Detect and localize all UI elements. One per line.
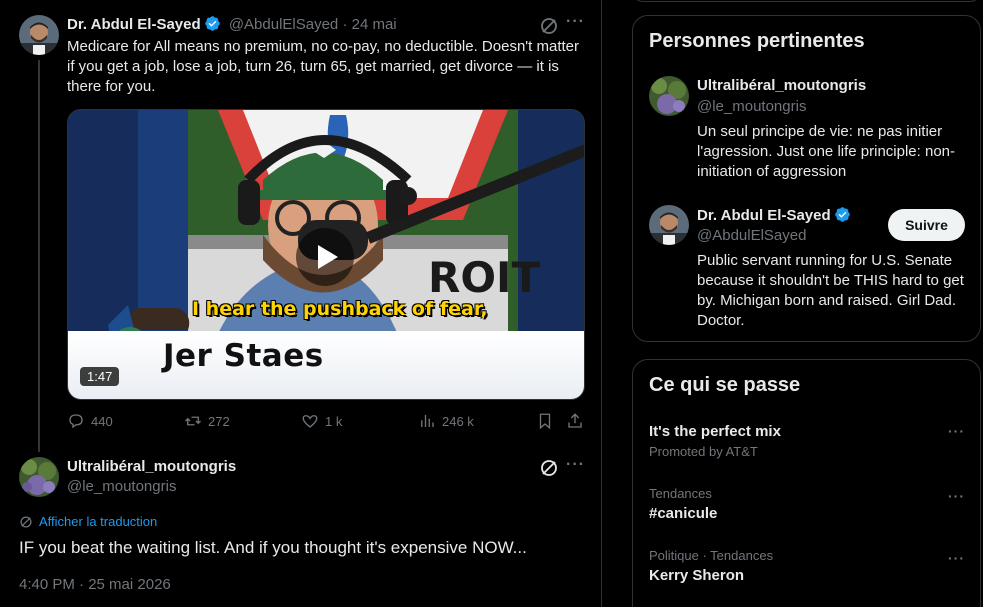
translate-icon — [20, 515, 32, 528]
follow-button[interactable]: Suivre — [888, 209, 965, 241]
reply-author-avatar[interactable] — [19, 457, 59, 497]
trend-title: Kerry Sheron — [649, 567, 745, 584]
repost-button[interactable]: 272 — [184, 412, 230, 430]
post-header: Dr. Abdul El-Sayed @AbdulElSayed · 24 ma… — [67, 15, 397, 33]
lower-third-name: Jer Staes — [163, 338, 324, 374]
verified-badge-icon — [834, 207, 850, 222]
reply-text: IF you beat the waiting list. And if you… — [19, 538, 527, 557]
more-icon[interactable]: ··· — [948, 423, 965, 439]
top-card-edge — [632, 0, 981, 2]
bookmark-button[interactable] — [536, 412, 554, 430]
more-icon[interactable]: ··· — [566, 456, 585, 474]
like-count: 1 k — [325, 413, 343, 429]
more-icon[interactable]: ··· — [566, 13, 585, 31]
person-handle: @AbdulElSayed — [697, 227, 807, 244]
reply-author-handle[interactable]: @le_moutongris — [67, 478, 176, 495]
author-handle[interactable]: @AbdulElSayed — [229, 16, 338, 33]
person-bio: Public servant running for U.S. Senate b… — [697, 252, 964, 329]
more-icon[interactable]: ··· — [948, 550, 965, 566]
trend-item[interactable]: It's the perfect mix Promoted by AT&T ··… — [649, 423, 969, 459]
author-avatar[interactable] — [19, 15, 59, 55]
person-bio: Un seul principe de vie: ne pas initier … — [697, 123, 956, 180]
grok-icon[interactable] — [539, 16, 559, 36]
post-actions: 440 272 1 k 246 k — [67, 412, 587, 434]
trending-title: Ce qui se passe — [649, 374, 801, 396]
backdrop-sign-text: ROIT — [428, 253, 541, 302]
person-name: Dr. Abdul El-Sayed — [697, 206, 851, 224]
trend-item[interactable]: Politique · Tendances Kerry Sheron ··· — [649, 548, 969, 584]
verified-badge-icon — [204, 16, 220, 31]
translate-link[interactable]: Afficher la traduction — [19, 514, 157, 529]
reply-header: Ultralibéral_moutongris — [67, 458, 236, 476]
more-icon[interactable]: ··· — [948, 488, 965, 504]
trend-meta: Promoted by AT&T — [649, 444, 758, 459]
trend-title: #canicule — [649, 505, 718, 522]
views-button[interactable]: 246 k — [418, 412, 474, 430]
thread-line — [38, 60, 40, 452]
post-date[interactable]: · 24 mai — [342, 16, 396, 33]
video-player[interactable]: ROIT I hear the pushback of fear, Jer St… — [67, 109, 585, 400]
video-duration: 1:47 — [80, 367, 120, 386]
repost-icon — [185, 416, 201, 426]
play-icon[interactable] — [296, 228, 354, 286]
video-caption: I hear the pushback of fear, — [192, 298, 488, 320]
bookmark-icon — [539, 413, 551, 430]
repost-count: 272 — [208, 413, 230, 429]
like-icon — [302, 415, 318, 428]
views-icon — [421, 415, 434, 427]
reply-icon — [69, 414, 83, 429]
lower-third — [68, 331, 584, 399]
views-count: 246 k — [442, 413, 474, 429]
share-icon — [568, 413, 582, 428]
person-name-text: Dr. Abdul El-Sayed — [697, 207, 831, 224]
like-button[interactable]: 1 k — [301, 412, 342, 430]
relevant-people-card: Personnes pertinentes Ultralibéral_mouto… — [632, 15, 981, 342]
person-avatar[interactable] — [649, 205, 689, 245]
post-text: Medicare for All means no premium, no co… — [67, 38, 579, 95]
reply-timestamp[interactable]: 4:40 PM · 25 mai 2026 — [19, 576, 171, 593]
translate-label: Afficher la traduction — [39, 514, 158, 529]
reply-button[interactable]: 440 — [67, 412, 113, 430]
trend-meta: Politique · Tendances — [649, 548, 774, 563]
trend-title: It's the perfect mix — [649, 423, 781, 440]
relevant-people-title: Personnes pertinentes — [649, 30, 865, 52]
grok-icon[interactable] — [539, 458, 559, 478]
person-avatar[interactable] — [649, 76, 689, 116]
person-name: Ultralibéral_moutongris — [697, 77, 867, 94]
author-name[interactable]: Dr. Abdul El-Sayed — [67, 16, 201, 33]
reply-author-name[interactable]: Ultralibéral_moutongris — [67, 458, 236, 475]
reply-count: 440 — [91, 413, 113, 429]
share-button[interactable] — [566, 412, 584, 430]
trend-item[interactable]: Tendances #canicule ··· — [649, 486, 969, 522]
trend-meta: Tendances — [649, 486, 712, 501]
main-timeline: Dr. Abdul El-Sayed @AbdulElSayed · 24 ma… — [0, 0, 602, 607]
person-handle: @le_moutongris — [697, 98, 807, 115]
